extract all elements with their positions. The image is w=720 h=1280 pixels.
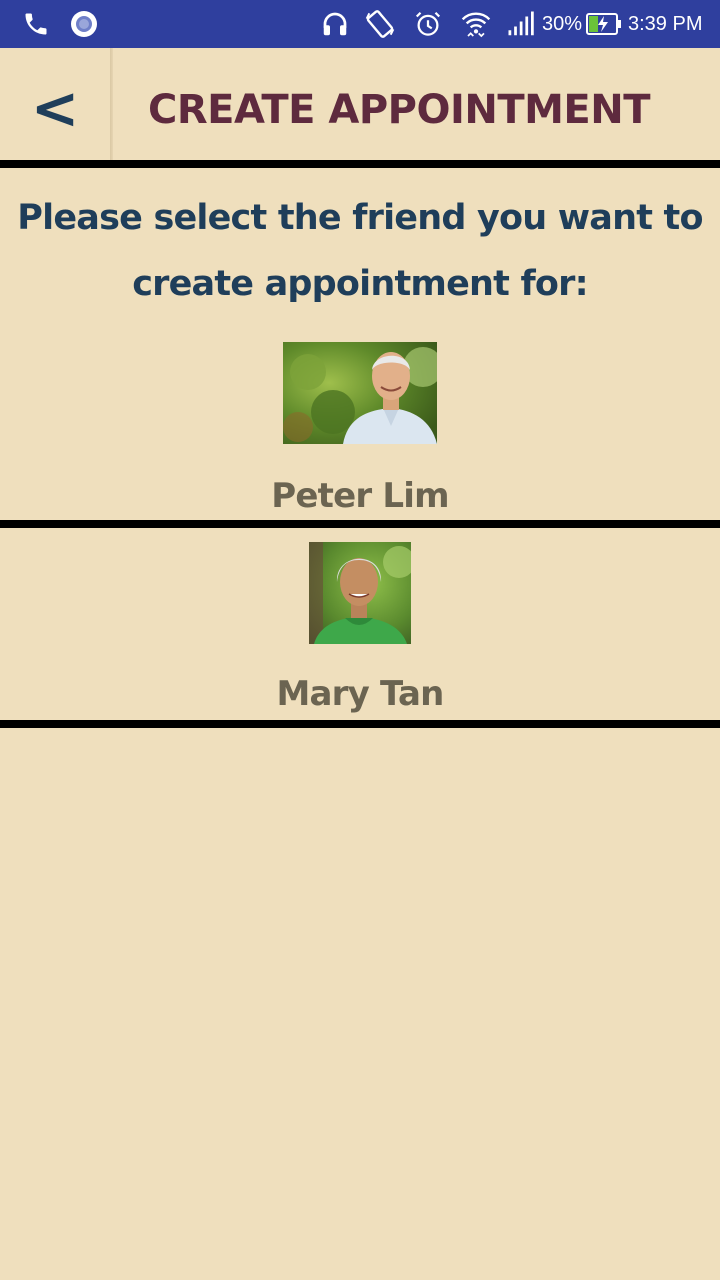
- battery-percent: 30%: [542, 13, 583, 35]
- battery-charging-icon: [584, 6, 624, 42]
- header-bottom-divider: [0, 160, 720, 168]
- header-divider: [110, 48, 113, 160]
- back-button[interactable]: <: [0, 48, 110, 160]
- page-title: CREATE APPOINTMENT: [148, 87, 651, 133]
- phone-icon: [20, 6, 52, 42]
- elderly-woman-photo: [309, 542, 411, 644]
- prompt-line-2: create appointment for:: [132, 264, 588, 304]
- friend-name: Peter Lim: [271, 476, 449, 516]
- friend-name: Mary Tan: [276, 674, 444, 714]
- prompt-line-1: Please select the friend you want to: [17, 198, 703, 238]
- back-arrow-icon: <: [30, 74, 80, 142]
- friend-divider: [0, 520, 720, 528]
- select-friend-prompt: Please select the friend you want to cre…: [10, 185, 710, 317]
- app-header: < CREATE APPOINTMENT: [0, 48, 720, 160]
- wifi-icon: [458, 6, 494, 42]
- friend-item-peter-lim[interactable]: Peter Lim: [0, 330, 720, 520]
- friend-divider: [0, 720, 720, 728]
- signal-icon: [504, 6, 538, 42]
- auto-rotate-icon: [362, 6, 398, 42]
- status-bar: 30% 3:39 PM: [0, 0, 720, 48]
- friend-item-mary-tan[interactable]: Mary Tan: [0, 528, 720, 720]
- elderly-man-photo: [283, 342, 437, 444]
- record-icon: [68, 6, 100, 42]
- alarm-icon: [410, 6, 446, 42]
- clock-time: 3:39 PM: [628, 13, 703, 35]
- headphones-icon: [318, 6, 352, 42]
